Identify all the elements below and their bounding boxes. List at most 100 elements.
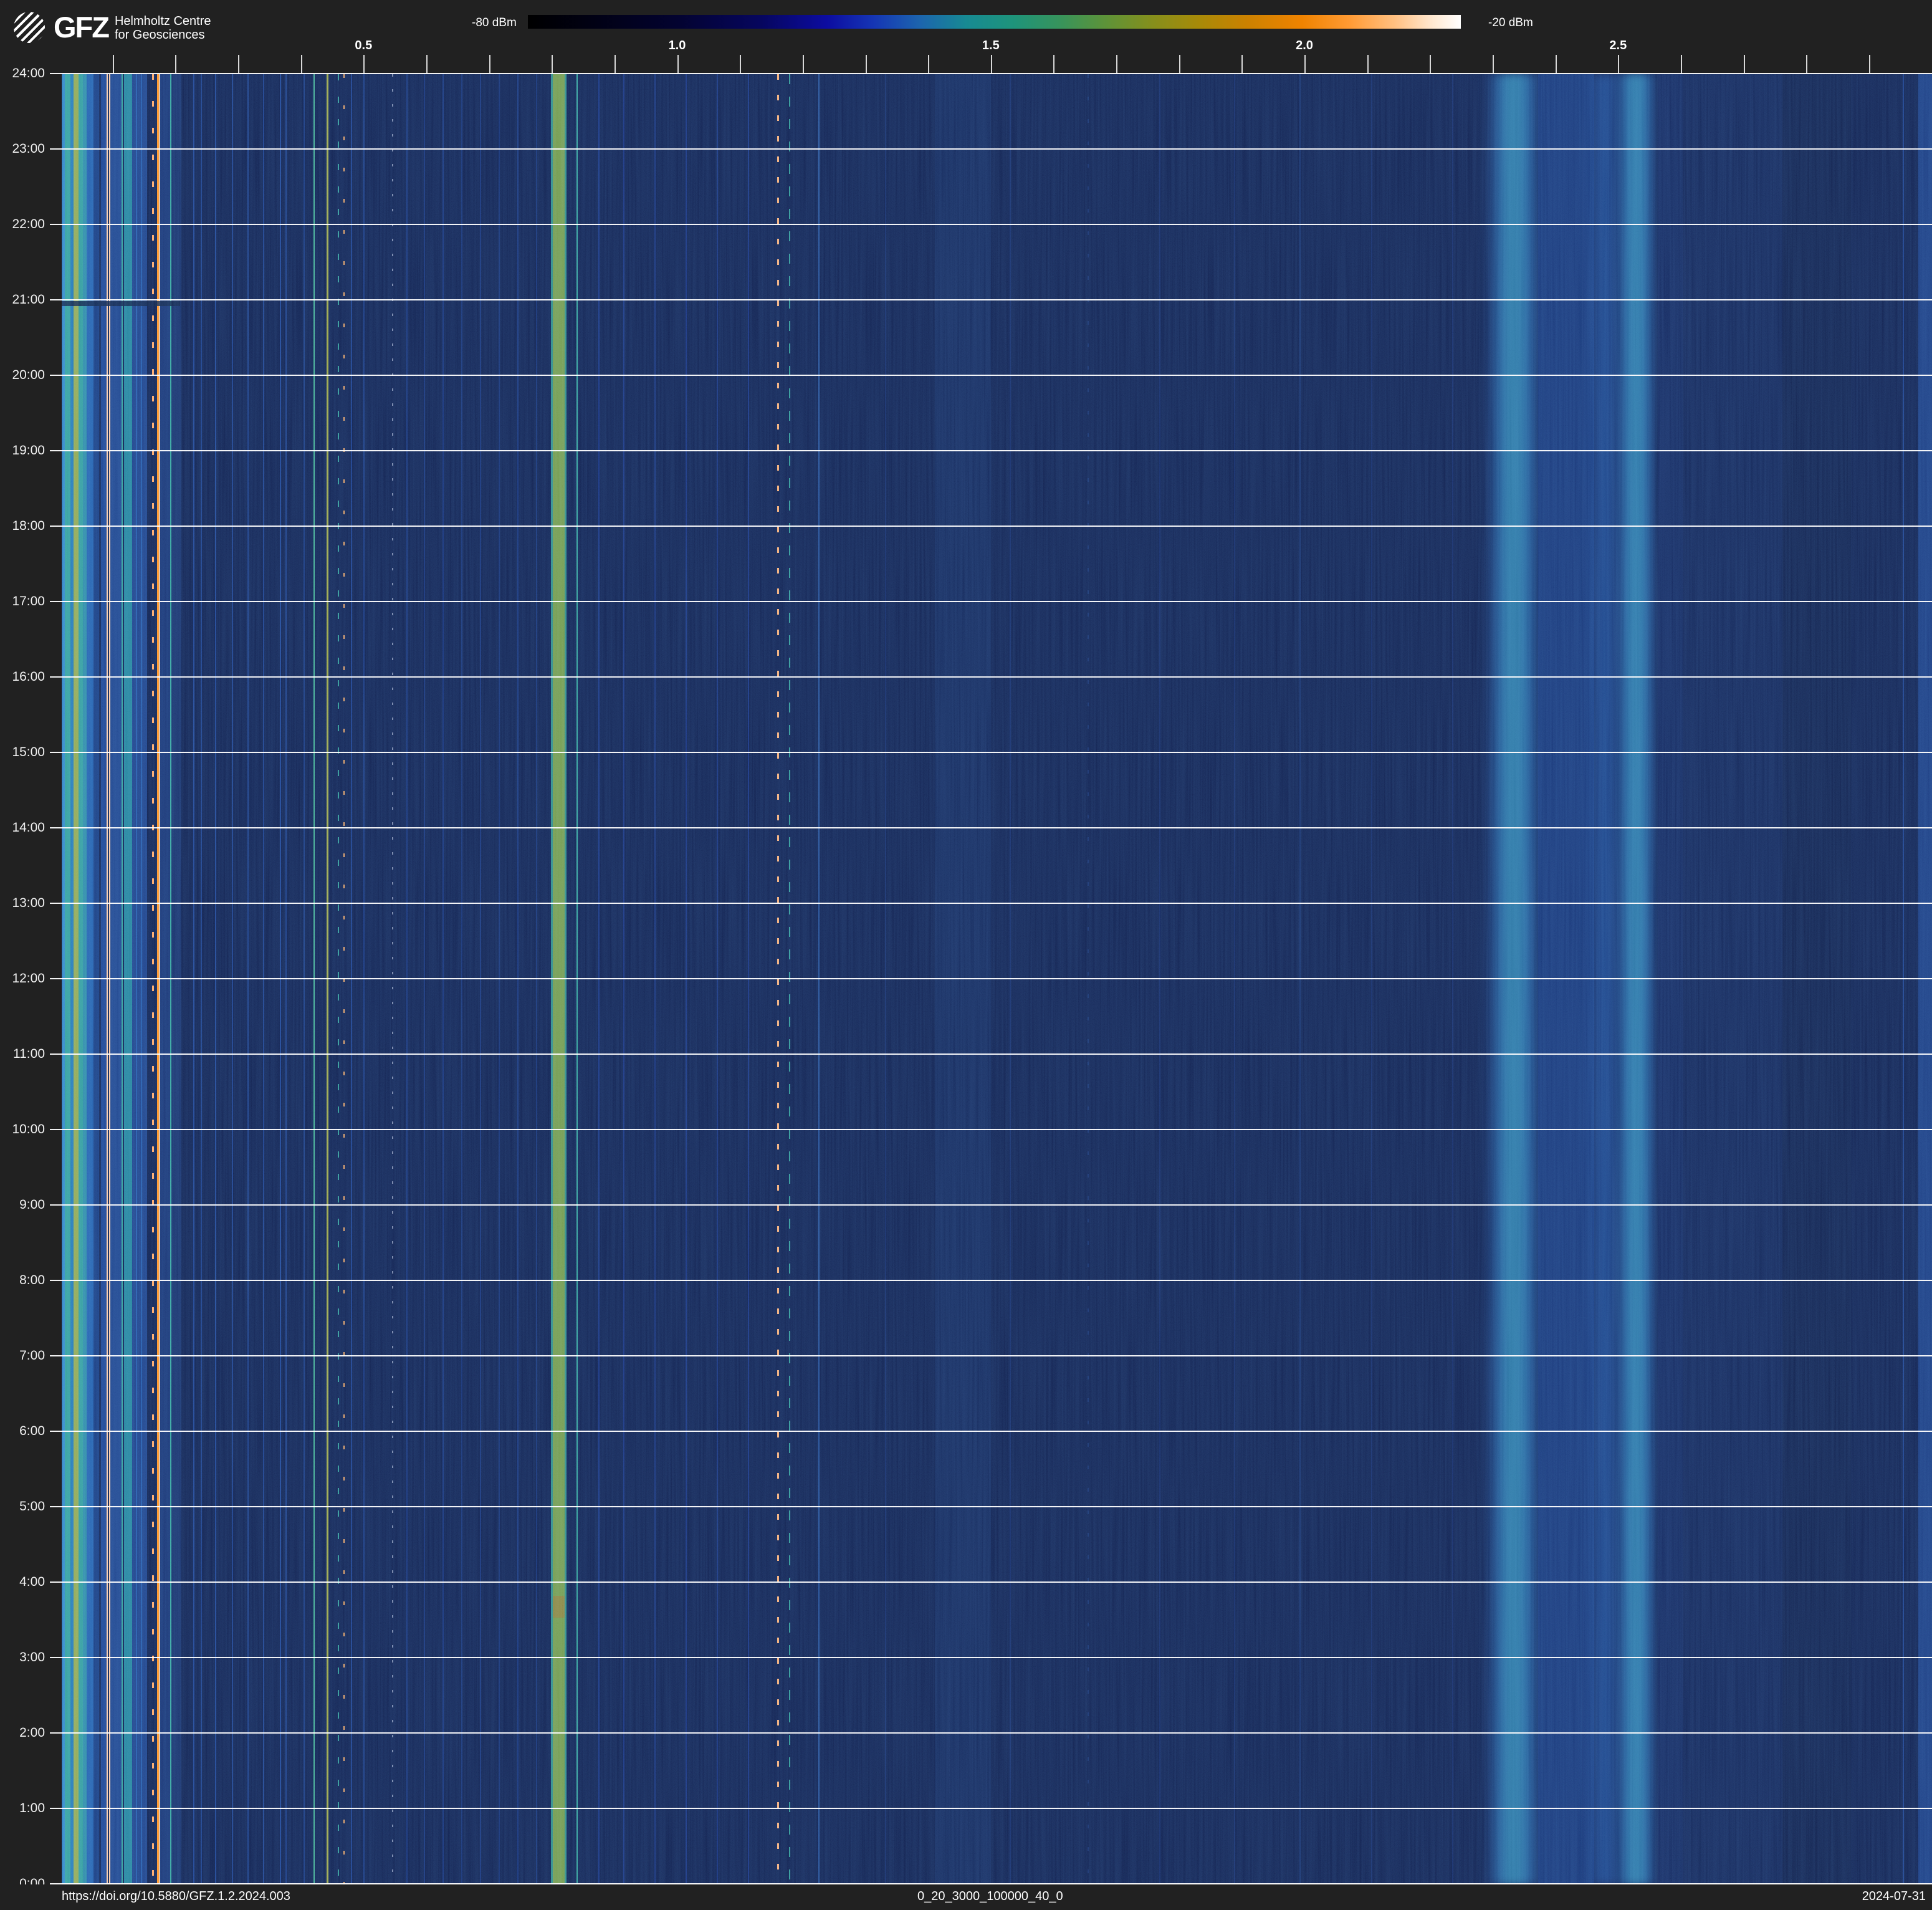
spectral-band <box>122 74 123 1884</box>
hour-label: 21:00 <box>0 292 45 307</box>
spectral-band <box>553 1596 565 1618</box>
hour-label: 13:00 <box>0 896 45 911</box>
spectral-band <box>62 301 180 306</box>
spectral-band <box>1494 74 1533 1884</box>
hour-gridline <box>50 375 1932 376</box>
freq-minor-tick <box>1744 55 1745 74</box>
hour-gridline <box>50 1506 1932 1507</box>
spectral-band <box>686 74 687 1884</box>
hour-gridline <box>50 1581 1932 1583</box>
spectral-band <box>536 74 537 1884</box>
spectral-band <box>1658 74 1683 1884</box>
freq-tick-label: 2.0 <box>1296 39 1313 52</box>
spectral-band <box>818 74 820 1884</box>
hour-gridline <box>50 676 1932 678</box>
spectral-band <box>392 74 393 1884</box>
spectral-band <box>748 74 749 1884</box>
hour-gridline <box>50 73 1932 74</box>
logo-institution: Helmholtz Centre for Geosciences <box>115 14 211 42</box>
spectral-band <box>517 74 519 1884</box>
freq-minor-tick <box>866 55 867 74</box>
hour-label: 20:00 <box>0 368 45 383</box>
hour-label: 18:00 <box>0 519 45 534</box>
spectral-band <box>107 74 108 1884</box>
freq-minor-tick <box>175 55 176 74</box>
spectral-band <box>171 74 181 1884</box>
hour-gridline <box>50 1431 1932 1432</box>
freq-minor-tick <box>1806 55 1807 74</box>
freq-minor-tick <box>1367 55 1369 74</box>
freq-minor-tick <box>363 55 365 74</box>
hour-gridline <box>50 450 1932 451</box>
spectral-band <box>1452 74 1453 1884</box>
hour-label: 6:00 <box>0 1424 45 1439</box>
hour-label: 9:00 <box>0 1197 45 1212</box>
freq-minor-tick <box>1556 55 1557 74</box>
freq-minor-tick <box>615 55 616 74</box>
spectral-band <box>87 74 93 1884</box>
freq-minor-tick <box>1179 55 1180 74</box>
freq-tick-label: 1.5 <box>982 39 1000 52</box>
spectral-band <box>65 74 70 1884</box>
spectral-band <box>313 74 315 1884</box>
spectral-band <box>232 74 233 1884</box>
spectral-band <box>93 74 99 1884</box>
spectral-band <box>363 74 365 1884</box>
hour-label: 22:00 <box>0 217 45 232</box>
hour-gridline <box>50 148 1932 150</box>
freq-tick-label: 2.5 <box>1609 39 1627 52</box>
spectral-band <box>152 74 154 1884</box>
freq-minor-tick <box>740 55 741 74</box>
freq-minor-tick <box>426 55 428 74</box>
hour-label: 15:00 <box>0 745 45 760</box>
spectral-band <box>136 74 137 1884</box>
hour-gridline <box>50 978 1932 979</box>
spectral-band <box>160 74 170 1884</box>
spectral-band <box>406 74 408 1884</box>
hour-gridline <box>50 1657 1932 1658</box>
gfz-logo: GFZ Helmholtz Centre for Geosciences <box>14 10 211 44</box>
spectral-band <box>263 74 264 1884</box>
logo-institution-line1: Helmholtz Centre <box>115 14 211 28</box>
freq-minor-tick <box>1116 55 1117 74</box>
freq-minor-tick <box>1304 55 1306 74</box>
spectral-band <box>141 74 142 1884</box>
hour-gridline <box>50 224 1932 225</box>
spectral-band <box>101 74 107 1884</box>
footer-doi-link[interactable]: https://doi.org/10.5880/GFZ.1.2.2024.003 <box>62 1889 290 1904</box>
spectral-band <box>654 74 656 1884</box>
logo-institution-line2: for Geosciences <box>115 28 211 42</box>
spectral-band <box>1782 74 1851 1884</box>
spectral-band <box>110 74 122 1884</box>
spectral-band <box>1622 74 1650 1884</box>
spectral-band <box>280 74 281 1884</box>
hour-gridline <box>50 1053 1932 1055</box>
spectral-band <box>623 74 624 1884</box>
spectral-band <box>461 74 462 1884</box>
freq-minor-tick <box>301 55 302 74</box>
hour-gridline <box>50 1129 1932 1130</box>
hour-label: 16:00 <box>0 669 45 684</box>
freq-minor-tick <box>552 55 553 74</box>
spectral-band <box>132 74 147 1884</box>
spectral-band <box>338 74 339 1884</box>
hour-gridline <box>50 525 1932 527</box>
spectral-band <box>1918 74 1932 1884</box>
spectral-band <box>480 74 481 1884</box>
hour-label: 11:00 <box>0 1047 45 1062</box>
spectral-band <box>327 74 328 1884</box>
hour-gridline <box>50 752 1932 753</box>
spectral-band <box>717 74 718 1884</box>
spectral-band <box>201 74 202 1884</box>
spectrogram-page: GFZ Helmholtz Centre for Geosciences -80… <box>0 0 1932 1910</box>
hour-label: 14:00 <box>0 820 45 835</box>
freq-minor-tick <box>1430 55 1431 74</box>
freq-minor-tick <box>677 55 679 74</box>
spectral-band <box>442 74 444 1884</box>
hour-gridline <box>50 903 1932 904</box>
freq-minor-tick <box>1241 55 1243 74</box>
hour-label: 5:00 <box>0 1499 45 1514</box>
freq-tick-label: 1.0 <box>669 39 686 52</box>
hour-label: 4:00 <box>0 1575 45 1590</box>
hour-label: 17:00 <box>0 594 45 609</box>
